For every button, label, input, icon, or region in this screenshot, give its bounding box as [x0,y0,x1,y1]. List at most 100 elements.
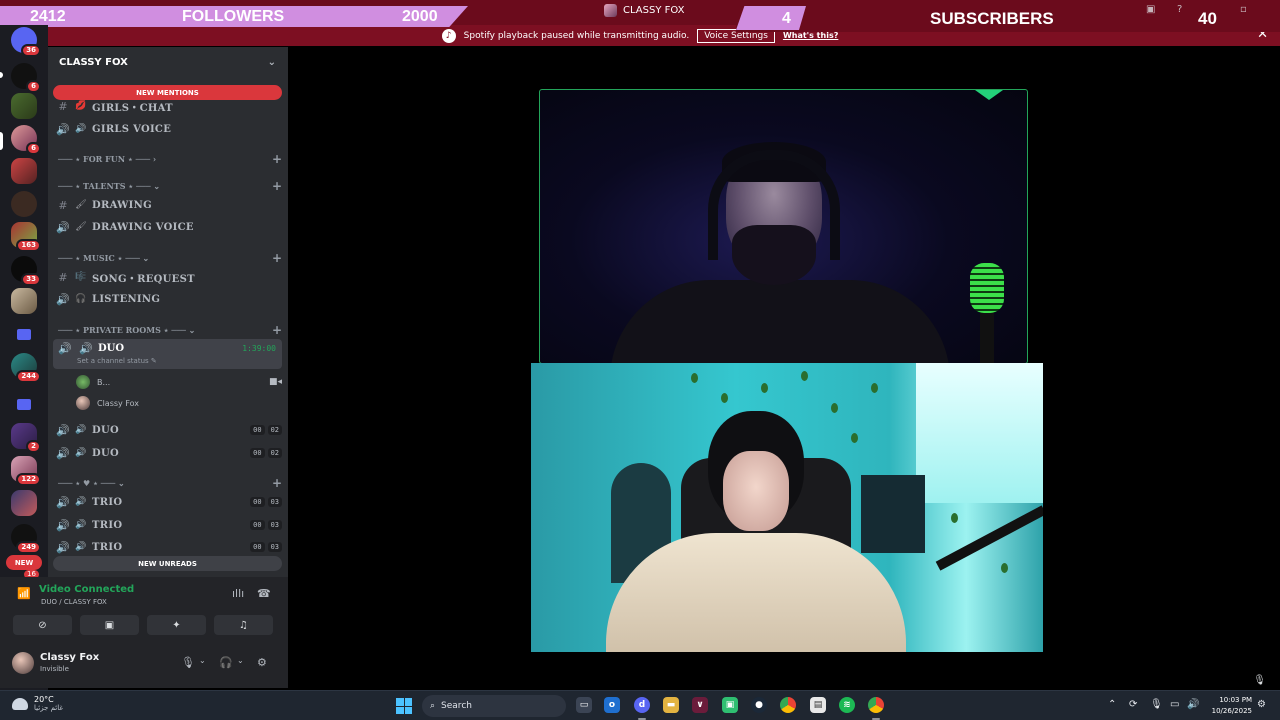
chevron-down-icon[interactable]: ⌄ [237,656,244,665]
video-tile-speaking[interactable] [539,89,1028,364]
server-icon[interactable]: 2 [11,423,41,453]
server-icon[interactable] [11,191,37,217]
channel-trio[interactable]: 🔊 🔊 TRIO 00 03 [53,537,282,557]
user-max: 02 [267,448,282,458]
avatar[interactable] [12,652,34,674]
add-channel-icon[interactable]: + [272,152,282,166]
volume-icon[interactable]: 🔊 [1187,699,1199,710]
user-count: 00 [250,497,265,507]
microphone-icon[interactable]: 🎙 [181,656,195,669]
weather-widget[interactable]: 20°C غائم جزئيا [12,695,63,712]
category-private-rooms[interactable]: ─── ⋆ PRIVATE ROOMS ⋆ ─── ⌄ + [58,323,282,337]
add-channel-icon[interactable]: + [272,323,282,337]
server-avatar-icon [604,4,617,17]
weather-temp: 20°C [34,695,54,704]
window-title-text: CLASSY FOX [623,5,685,16]
gear-icon[interactable]: ⚙ [257,656,267,669]
channel-sidebar: CLASSY FOX ⌄ NEW MENTIONS # 💋 GIRLS・CHAT… [48,47,288,577]
category-for-fun[interactable]: ─── ⋆ FOR FUN ⋆ ─── › + [58,152,282,166]
server-icon[interactable]: 249 [11,524,41,554]
sync-icon[interactable]: ⟳ [1129,699,1137,710]
user-name[interactable]: Classy Fox [40,652,99,663]
voice-status[interactable]: Video Connected [39,584,134,595]
discord-taskbar-icon[interactable]: d [634,697,650,713]
spotify-taskbar-icon[interactable]: ≋ [839,697,855,713]
server-icon[interactable]: 6 [11,63,41,93]
new-unreads-badge[interactable]: NEW [6,555,42,570]
channel-song-request[interactable]: # 🎼 SONG・REQUEST [53,267,282,287]
server-icon[interactable] [11,93,37,119]
task-view-icon[interactable]: ▭ [576,697,592,713]
server-icon[interactable] [11,288,37,314]
server-icon[interactable]: 33 [11,256,41,286]
voice-user[interactable]: Classy Fox [76,394,282,412]
app-icon[interactable]: ∨ [692,697,708,713]
channel-status[interactable]: Set a channel status ✎ [77,357,157,365]
add-channel-icon[interactable]: + [272,179,282,193]
voice-connection-panel: 📶 Video Connected DUO / CLASSY FOX ıllı … [0,577,288,642]
system-clock[interactable]: 10:03 PM 10/26/2025 [1208,695,1252,717]
spotify-icon: ♪ [441,28,456,43]
outlook-icon[interactable]: o [604,697,620,713]
whats-this-link[interactable]: What's this? [783,31,838,40]
taskbar-search[interactable]: ⌕ Search [422,695,566,717]
camera-toggle-button[interactable]: ⊘ [13,615,72,635]
voice-user[interactable]: B... ■◂ [76,373,282,391]
chrome-icon[interactable] [780,697,796,713]
help-icon[interactable]: ? [1177,4,1182,15]
screen-share-button[interactable]: ▣ [80,615,139,635]
server-header[interactable]: CLASSY FOX ⌄ [48,47,288,77]
user-max: 03 [267,497,282,507]
network-icon[interactable]: ▭ [1170,699,1179,710]
server-icon[interactable]: 122 [11,456,41,486]
chevron-down-icon[interactable]: ⌄ [199,656,206,665]
add-channel-icon[interactable]: + [272,476,282,490]
voice-channel-path[interactable]: DUO / CLASSY FOX [41,598,107,606]
category-music[interactable]: ─── ⋆ MUSIC ⋆ ─── ⌄ + [58,251,282,265]
app-icon[interactable]: ▣ [722,697,738,713]
document-icon[interactable]: ▤ [810,697,826,713]
chrome-icon[interactable] [868,697,884,713]
windows-start-icon[interactable] [396,698,412,714]
server-icon[interactable]: 244 [11,353,41,383]
category-talents[interactable]: ─── ⋆ TALENTS ⋆ ─── ⌄ + [58,179,282,193]
screen-share-icon[interactable]: ▣ [1146,4,1155,15]
notification-icon[interactable]: ⚙ [1257,699,1266,710]
minimize-icon[interactable]: ▫ [1240,4,1247,15]
steam-icon[interactable]: ● [751,697,767,713]
server-icon[interactable]: 6 [11,125,41,155]
folder-icon[interactable] [17,399,31,410]
channel-listening[interactable]: 🔊 🎧 LISTENING [53,289,282,309]
noise-suppression-icon[interactable]: ıllı [232,587,244,600]
headphones-icon[interactable]: 🎧 [219,656,233,669]
channel-drawing[interactable]: # 🖌 DRAWING [53,195,282,215]
tray-overflow-icon[interactable]: ⌃ [1108,699,1116,710]
channel-duo[interactable]: 🔊 🔊 DUO 00 02 [53,420,282,440]
channel-girls-chat[interactable]: # 💋 GIRLS・CHAT [53,96,282,116]
new-unreads-pill[interactable]: NEW UNREADS [53,556,282,571]
add-channel-icon[interactable]: + [272,251,282,265]
video-tile[interactable] [531,363,1043,652]
signal-icon[interactable]: 📶 [17,587,31,601]
channel-duo[interactable]: 🔊 🔊 DUO 00 02 [53,443,282,463]
channel-girls-voice[interactable]: 🔊 🔊 GIRLS VOICE [53,119,282,139]
file-explorer-icon[interactable]: ▬ [663,697,679,713]
server-icon[interactable]: 163 [11,222,41,252]
folder-icon[interactable] [17,329,31,340]
category-heart[interactable]: ─── ⋆ ♥ ⋆ ─── ⌄ + [58,476,282,490]
soundboard-button[interactable]: ♫ [214,615,273,635]
channel-trio[interactable]: 🔊 🔊 TRIO 00 03 [53,515,282,535]
activities-button[interactable]: ✦ [147,615,206,635]
home-icon[interactable]: 36 [11,27,41,57]
channel-trio[interactable]: 🔊 🔊 TRIO 00 03 [53,492,282,512]
channel-drawing-voice[interactable]: 🔊 🖌 DRAWING VOICE [53,217,282,237]
server-icon[interactable] [11,158,37,184]
channel-duo-active[interactable]: 🔊 🔊 DUO Set a channel status ✎ 1:39:00 [53,339,282,369]
microphone-icon[interactable]: 🎙 [1150,699,1163,710]
microphone-icon[interactable]: 🎙 [1253,675,1266,686]
server-icon[interactable] [11,490,37,516]
user-max: 03 [267,520,282,530]
user-max: 02 [267,425,282,435]
disconnect-icon[interactable]: ☎ [257,587,271,600]
speaker-icon: 🔊 [56,518,70,532]
